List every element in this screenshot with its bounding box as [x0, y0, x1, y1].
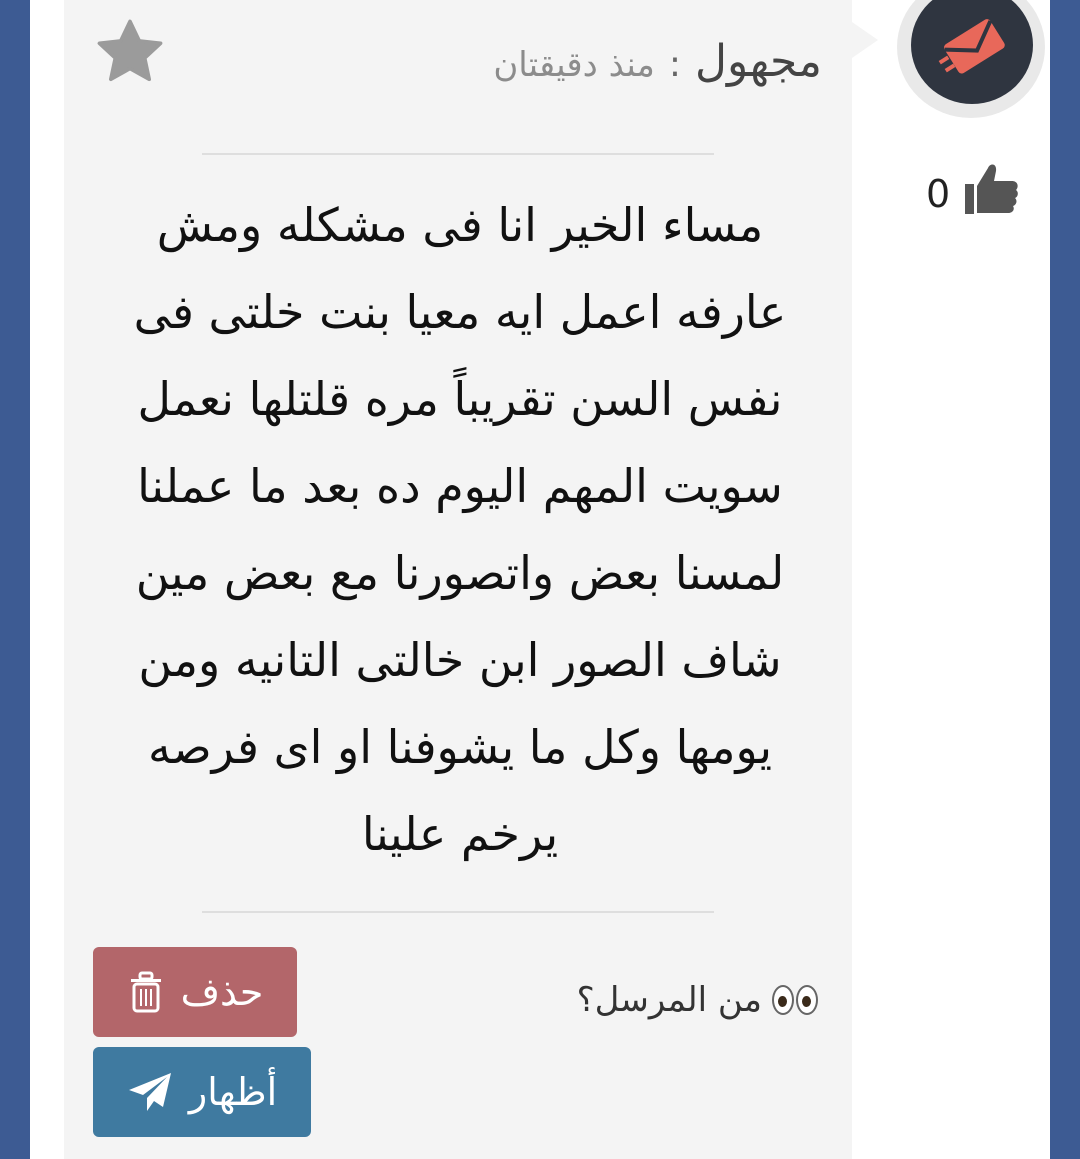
eyes-icon	[772, 985, 818, 1015]
delete-label: حذف	[180, 970, 264, 1014]
divider-bottom	[202, 911, 714, 913]
paper-plane-icon	[128, 1073, 171, 1111]
sender-question-label: من المرسل؟	[576, 980, 762, 1020]
delete-button[interactable]: حذف	[93, 947, 297, 1037]
reveal-sender-link[interactable]: من المرسل؟	[550, 972, 818, 1028]
card-pointer	[852, 22, 878, 58]
frame-left	[0, 0, 30, 1159]
thumbs-up-icon[interactable]	[962, 160, 1020, 216]
envelope-icon	[938, 19, 1005, 74]
author-name: مجهول	[695, 36, 822, 87]
show-label: أظهار	[188, 1070, 278, 1114]
message-time: منذ دقيقتان	[493, 45, 655, 85]
header-separator: :	[668, 44, 682, 85]
like-count: 0	[926, 172, 951, 216]
star-icon[interactable]	[92, 16, 168, 88]
frame-right	[1050, 0, 1080, 1159]
divider-top	[202, 153, 714, 155]
message-header: مجهول : منذ دقيقتان	[493, 36, 822, 96]
message-body: مساء الخير انا فى مشكله ومش عارفه اعمل ا…	[133, 198, 787, 861]
show-button[interactable]: أظهار	[93, 1047, 311, 1137]
trash-icon	[130, 971, 161, 1013]
